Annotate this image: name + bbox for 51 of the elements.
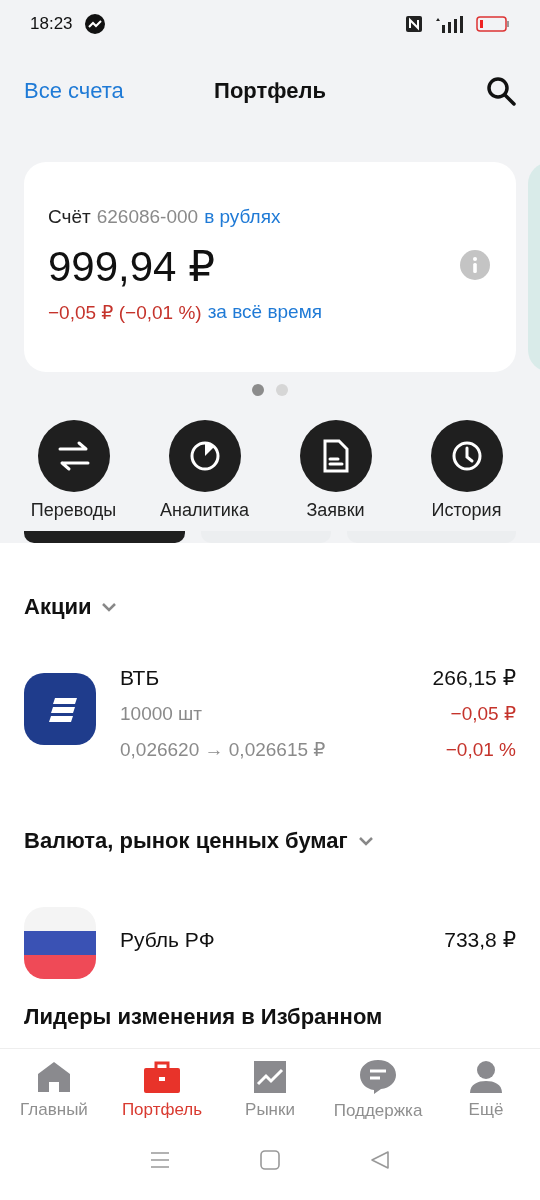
carousel-dot[interactable] (276, 384, 288, 396)
chat-bubble-icon (359, 1058, 397, 1095)
asset-value: 266,15 ₽ (432, 665, 516, 691)
nav-tab[interactable]: Рынки (216, 1059, 324, 1120)
action-button[interactable]: Аналитика (142, 420, 267, 521)
asset-quantity: 10000 шт (120, 702, 204, 726)
action-button[interactable]: Заявки (273, 420, 398, 521)
asset-name: Рубль РФ (120, 927, 216, 953)
search-icon[interactable] (486, 76, 516, 106)
home-icon (36, 1059, 72, 1094)
screen-title: Портфель (214, 78, 326, 104)
russian-flag-icon (24, 907, 96, 979)
signal-icon (434, 15, 464, 33)
asset-value: 733,8 ₽ (444, 927, 516, 953)
nav-tab[interactable]: Портфель (108, 1059, 216, 1120)
home-square-icon[interactable] (260, 1150, 280, 1170)
transfer-arrows-icon (56, 439, 91, 473)
action-button[interactable]: Переводы (11, 420, 136, 521)
account-number: 626086-000 (96, 206, 199, 228)
nav-tab[interactable]: Ещё (432, 1059, 540, 1120)
balance-amount: 999,94 ₽ (48, 242, 215, 291)
battery-icon (476, 16, 510, 32)
nav-tab[interactable]: Главный (0, 1059, 108, 1120)
price-change: 0,026620 → 0,026615 ₽ (120, 738, 327, 762)
value-change: −0,05 ₽ (450, 702, 516, 726)
carousel-dot[interactable] (252, 384, 264, 396)
nav-tab[interactable]: Поддержка (324, 1058, 432, 1121)
chevron-down-icon[interactable] (101, 602, 118, 612)
back-icon[interactable] (370, 1150, 390, 1170)
account-label: Счёт (48, 206, 91, 228)
asset-name: ВТБ (120, 665, 161, 691)
section-title: Валюта, рынок ценных бумаг (24, 828, 348, 854)
status-time: 18:23 (30, 14, 73, 34)
nfc-icon (406, 16, 422, 32)
section-title: Лидеры изменения в Избранном (24, 1004, 383, 1030)
chevron-down-icon[interactable] (357, 836, 374, 846)
account-card[interactable]: Счёт 626086-000 в рублях 999,94 ₽ −0,05 ₽ (−0,01 %) за всё время (24, 162, 516, 372)
percent-change: −0,01 % (445, 738, 516, 762)
currency-link[interactable]: в рублях (204, 206, 281, 228)
section-title: Акции (24, 594, 92, 620)
period-link[interactable]: за всё время (207, 301, 322, 324)
all-accounts-link[interactable]: Все счета (24, 78, 124, 104)
menu-icon[interactable] (150, 1151, 170, 1169)
briefcase-icon (143, 1059, 181, 1094)
action-button[interactable]: История (404, 420, 529, 521)
chart-icon (253, 1059, 287, 1094)
bank-logo-icon (24, 673, 96, 745)
balance-change: −0,05 ₽ (−0,01 %) (48, 301, 202, 324)
info-icon[interactable] (460, 250, 490, 280)
person-icon (468, 1059, 504, 1094)
trend-icon (84, 14, 105, 34)
